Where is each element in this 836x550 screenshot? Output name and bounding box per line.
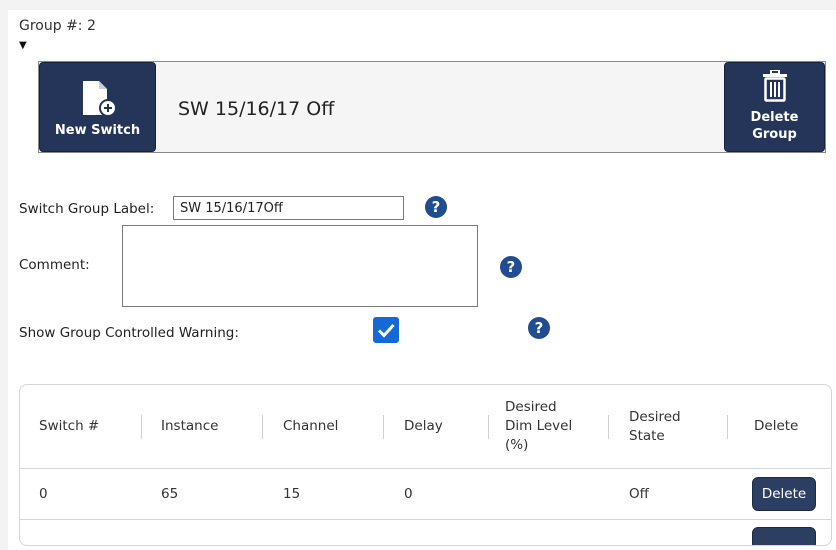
group-header: New Switch SW 15/16/17 Off Delete Group xyxy=(38,61,826,153)
group-warning-checkbox[interactable] xyxy=(373,317,399,343)
comment-textarea[interactable] xyxy=(122,225,478,307)
switch-group-label-label: Switch Group Label: xyxy=(19,201,155,217)
delete-row-button-next[interactable] xyxy=(752,527,816,545)
question-icon[interactable]: ? xyxy=(528,317,550,339)
delete-group-button[interactable]: Delete Group xyxy=(724,62,825,152)
delete-row-button[interactable]: Delete xyxy=(752,477,816,511)
new-switch-label: New Switch xyxy=(54,123,141,138)
col-separator xyxy=(383,415,384,439)
col-delay: Delay xyxy=(404,418,443,434)
col-state-line2: State xyxy=(629,427,665,444)
switch-group-label-input[interactable] xyxy=(173,196,404,220)
col-instance: Instance xyxy=(161,418,219,434)
col-delete: Delete xyxy=(754,418,799,434)
col-switch: Switch # xyxy=(39,418,100,434)
comment-label: Comment: xyxy=(19,257,90,273)
question-icon[interactable]: ? xyxy=(500,256,522,278)
col-separator xyxy=(608,415,609,439)
cell-state: Off xyxy=(629,486,649,502)
delete-group-label-2: Group xyxy=(752,127,797,142)
col-dim-line3: (%) xyxy=(505,437,529,453)
cell-channel: 15 xyxy=(283,486,301,502)
table-header: Switch # Instance Channel Delay Desired … xyxy=(20,385,831,469)
cell-instance: 65 xyxy=(161,486,179,502)
col-dim-level: Desired Dim Level (%) xyxy=(505,385,572,468)
col-dim-line2: Dim Level xyxy=(505,418,573,434)
group-number: Group #: 2 xyxy=(19,18,96,34)
group-warning-label: Show Group Controlled Warning: xyxy=(19,325,239,341)
checkmark-icon xyxy=(377,323,395,338)
new-switch-button[interactable]: New Switch xyxy=(39,62,156,152)
col-separator xyxy=(488,415,489,439)
collapse-caret-icon[interactable]: ▼ xyxy=(19,40,27,51)
question-icon[interactable]: ? xyxy=(425,196,447,218)
cell-switch: 0 xyxy=(39,486,48,502)
col-state: Desired State xyxy=(629,385,681,468)
cell-delay: 0 xyxy=(404,486,413,502)
col-separator xyxy=(141,415,142,439)
table-row: 0 65 15 0 Off Delete xyxy=(20,469,831,520)
new-file-icon xyxy=(83,81,117,117)
delete-group-label-1: Delete xyxy=(750,110,799,125)
trash-icon xyxy=(763,70,787,102)
col-channel: Channel xyxy=(283,418,339,434)
col-dim-line1: Desired xyxy=(505,399,557,415)
col-separator xyxy=(262,415,263,439)
switches-table: Switch # Instance Channel Delay Desired … xyxy=(19,384,832,546)
group-title: SW 15/16/17 Off xyxy=(178,98,335,120)
col-state-line1: Desired xyxy=(629,408,681,425)
col-separator xyxy=(727,415,728,439)
